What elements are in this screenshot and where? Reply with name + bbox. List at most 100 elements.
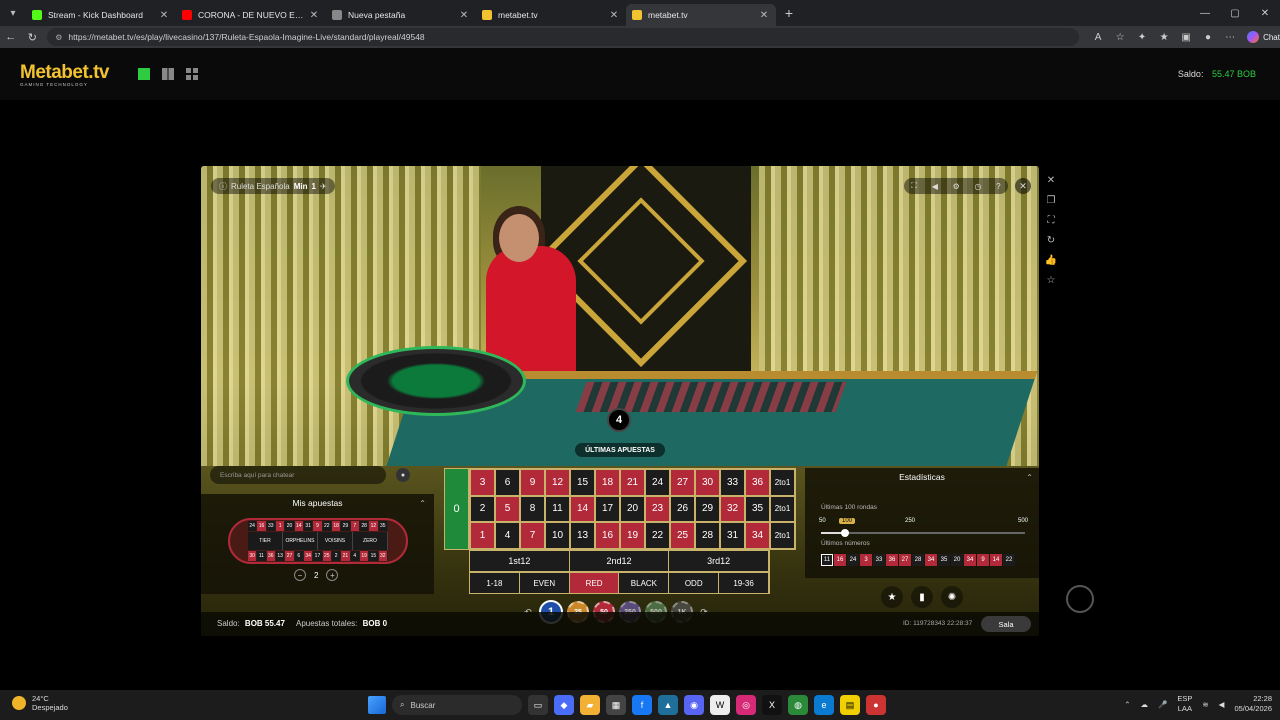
- bet-number-10[interactable]: 10: [545, 522, 570, 549]
- taskbar-search[interactable]: ⌕ Buscar: [392, 695, 522, 715]
- bet-number-20[interactable]: 20: [620, 495, 645, 523]
- bet-outside-red[interactable]: RED: [569, 573, 620, 593]
- sticky-notes-icon[interactable]: ▤: [840, 695, 860, 715]
- bet-number-13[interactable]: 13: [570, 522, 595, 549]
- bet-number-25[interactable]: 25: [670, 522, 695, 549]
- four-view-icon[interactable]: [186, 68, 198, 80]
- hot-cold-icon[interactable]: ✺: [941, 586, 963, 608]
- bet-number-19[interactable]: 19: [620, 522, 645, 549]
- bet-number-32[interactable]: 32: [720, 495, 745, 523]
- back-icon[interactable]: ←: [0, 31, 22, 43]
- bet-number-15[interactable]: 15: [570, 469, 595, 496]
- racetrack-number[interactable]: 25: [322, 551, 332, 561]
- bet-number-35[interactable]: 35: [745, 495, 770, 523]
- history-icon[interactable]: ◷: [974, 182, 981, 191]
- racetrack-number[interactable]: 13: [275, 551, 286, 561]
- mark-500[interactable]: 500: [1018, 518, 1028, 524]
- racetrack-number[interactable]: 21: [341, 551, 351, 561]
- bet-number-16[interactable]: 16: [595, 522, 620, 549]
- chevron-up-icon[interactable]: ⌃: [419, 499, 426, 508]
- discord-icon[interactable]: ◉: [684, 695, 704, 715]
- facebook-icon[interactable]: f: [632, 695, 652, 715]
- racetrack-number[interactable]: 14: [294, 521, 304, 531]
- chevron-up-icon[interactable]: ⌃: [1026, 473, 1033, 482]
- racetrack-number[interactable]: 7: [350, 521, 360, 531]
- close-icon[interactable]: ✕: [1044, 174, 1058, 186]
- racetrack-number[interactable]: 24: [248, 521, 258, 531]
- site-info-icon[interactable]: ⚙: [55, 33, 62, 42]
- racetrack-number[interactable]: 16: [257, 521, 267, 531]
- bet-number-17[interactable]: 17: [595, 495, 620, 523]
- racetrack-number[interactable]: 29: [341, 521, 351, 531]
- profile-icon[interactable]: ●: [1197, 32, 1219, 43]
- chrome-icon[interactable]: ◍: [788, 695, 808, 715]
- help-icon[interactable]: ?: [996, 182, 1000, 191]
- onedrive-icon[interactable]: ☁: [1141, 700, 1149, 709]
- two-view-icon[interactable]: [162, 68, 174, 80]
- racetrack-voisins[interactable]: VOISINS: [318, 532, 353, 550]
- read-aloud-icon[interactable]: A: [1087, 32, 1109, 43]
- favorites-icon[interactable]: ★: [1153, 32, 1175, 43]
- bet-number-14[interactable]: 14: [570, 495, 595, 523]
- start-icon[interactable]: [368, 696, 386, 714]
- slider-handle[interactable]: [841, 529, 850, 537]
- racetrack-number[interactable]: 6: [294, 551, 304, 561]
- racetrack-number[interactable]: 31: [303, 521, 314, 531]
- mark-50[interactable]: 50: [819, 518, 826, 524]
- close-tab-icon[interactable]: ✕: [608, 10, 620, 21]
- bet-number-9[interactable]: 9: [520, 469, 545, 496]
- close-tab-icon[interactable]: ✕: [758, 10, 770, 21]
- collections-icon[interactable]: ▣: [1175, 32, 1197, 43]
- pin-icon[interactable]: ✈: [320, 182, 327, 191]
- extensions-icon[interactable]: ✦: [1131, 32, 1153, 43]
- single-view-icon[interactable]: [138, 68, 150, 80]
- statistics-header[interactable]: Estadísticas ⌃: [805, 468, 1039, 486]
- bet-number-30[interactable]: 30: [695, 469, 720, 496]
- racetrack-number[interactable]: 33: [266, 521, 276, 531]
- racetrack-number[interactable]: 28: [359, 521, 370, 531]
- new-tab-button[interactable]: +: [776, 5, 802, 21]
- star-icon[interactable]: ☆: [1044, 274, 1058, 286]
- bet-number-5[interactable]: 5: [495, 495, 520, 523]
- x-icon[interactable]: X: [762, 695, 782, 715]
- racetrack-number[interactable]: 17: [313, 551, 323, 561]
- thumbs-up-icon[interactable]: 👍: [1044, 254, 1058, 266]
- browser-tab-5[interactable]: metabet.tv ✕: [626, 4, 776, 26]
- browser-tab-3[interactable]: Nueva pestaña ✕: [326, 4, 476, 26]
- copilot-app-icon[interactable]: ◆: [554, 695, 574, 715]
- obs-icon[interactable]: ●: [866, 695, 886, 715]
- maximize-icon[interactable]: ▢: [1220, 8, 1250, 19]
- mark-250[interactable]: 250: [905, 518, 915, 524]
- settings-icon[interactable]: ⚙: [953, 182, 960, 191]
- statistics-icon[interactable]: ▮: [911, 586, 933, 608]
- wifi-icon[interactable]: ≋: [1202, 700, 1208, 709]
- photos-icon[interactable]: ▲: [658, 695, 678, 715]
- task-view-icon[interactable]: ▭: [528, 695, 548, 715]
- word-icon[interactable]: W: [710, 695, 730, 715]
- edge-icon[interactable]: e: [814, 695, 834, 715]
- reload-icon[interactable]: ↻: [22, 31, 44, 44]
- bet-number-33[interactable]: 33: [720, 469, 745, 496]
- racetrack-number[interactable]: 36: [266, 551, 276, 561]
- racetrack-number[interactable]: 2: [331, 551, 342, 561]
- racetrack-number[interactable]: 11: [257, 551, 267, 561]
- racetrack-number[interactable]: 34: [303, 551, 314, 561]
- racetrack-number[interactable]: 9: [313, 521, 323, 531]
- bet-number-11[interactable]: 11: [545, 495, 570, 523]
- racetrack-zero[interactable]: ZERO: [353, 532, 388, 550]
- browser-tab-2[interactable]: CORONA - DE NUEVO EN EL ✕: [176, 4, 326, 26]
- bet-outside-1-18[interactable]: 1-18: [470, 573, 520, 593]
- minimize-icon[interactable]: —: [1190, 8, 1220, 19]
- plus-icon[interactable]: +: [326, 569, 339, 581]
- favorite-bets-icon[interactable]: ★: [881, 586, 903, 608]
- mark-100[interactable]: 100: [839, 518, 856, 524]
- bet-number-29[interactable]: 29: [695, 495, 720, 523]
- close-tab-icon[interactable]: ✕: [308, 10, 320, 21]
- racetrack-number[interactable]: 32: [378, 551, 388, 561]
- bet-number-22[interactable]: 22: [645, 522, 670, 549]
- bet-column-3[interactable]: 2to1: [770, 522, 795, 549]
- racetrack-number[interactable]: 4: [350, 551, 360, 561]
- chat-input[interactable]: Escriba aquí para chatear: [210, 466, 386, 484]
- popout-icon[interactable]: ❐: [1044, 194, 1058, 206]
- bet-outside-19-36[interactable]: 19-36: [719, 573, 769, 593]
